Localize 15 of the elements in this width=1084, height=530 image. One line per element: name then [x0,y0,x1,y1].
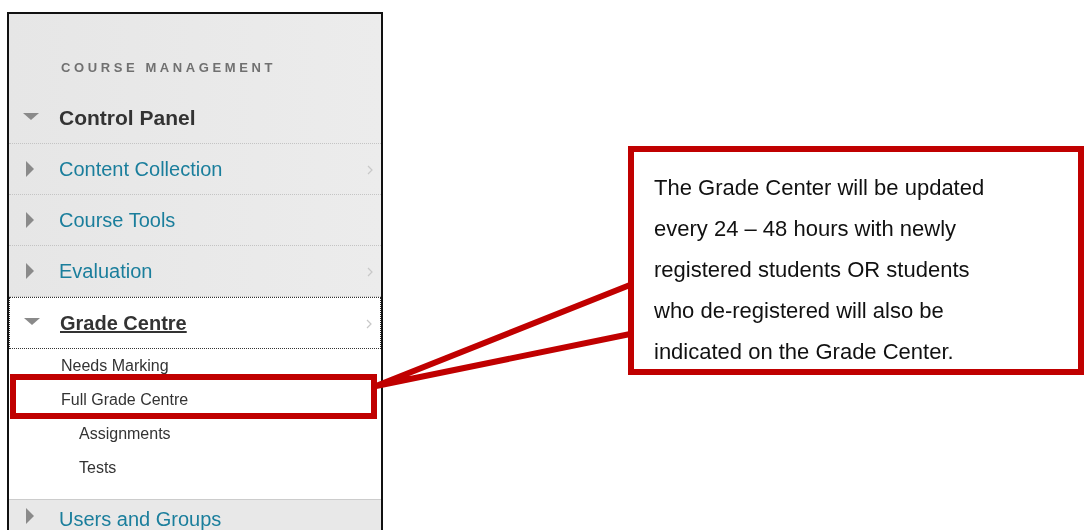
submenu-link[interactable]: Tests [79,459,117,477]
submenu-link[interactable]: Assignments [79,425,171,443]
submenu-link[interactable]: Full Grade Centre [61,391,189,409]
menu-link[interactable]: Course Tools [59,208,176,232]
callout-text: The Grade Center will be updated every 24 – 48 hours with newly registered students OR students who de-registered will also be indicated on the Grade Center. [654,174,986,366]
menu-link[interactable]: Content Collection [59,157,223,181]
menu-link[interactable]: Evaluation [59,259,153,283]
chevron-icon[interactable] [367,267,373,277]
chevron-icon[interactable] [366,319,372,329]
panel-title[interactable]: Control Panel [59,106,196,130]
submenu-link[interactable]: Needs Marking [61,357,169,375]
menu-link[interactable]: Grade Centre [60,311,187,335]
section-heading: COURSE MANAGEMENT [61,59,277,77]
menu-link[interactable]: Users and Groups [59,508,222,530]
chevron-icon[interactable] [367,165,373,175]
